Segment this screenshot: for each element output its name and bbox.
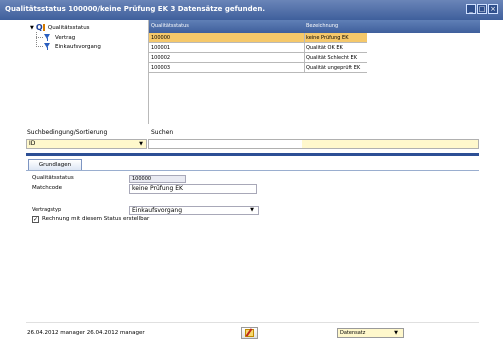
quality-status-window: Qualitätsstatus 100000/keine Prüfung EK … [0, 0, 503, 341]
minimize-button[interactable]: _ [466, 4, 476, 14]
search-criteria-value: ID [29, 140, 36, 147]
filter-icon [44, 34, 51, 41]
contract-type-value: Einkaufsvorgang [132, 207, 183, 214]
chevron-down-icon[interactable]: ▼ [250, 207, 254, 214]
cell-code: 100003 [151, 65, 171, 71]
tree-item-label: Qualitätsstatus [47, 24, 90, 31]
chevron-down-icon[interactable]: ▼ [394, 329, 398, 337]
edit-button[interactable] [241, 327, 258, 339]
cell-code: 100002 [151, 55, 171, 61]
column-header-description[interactable]: Bezeichnung [306, 23, 338, 29]
search-input-required-area[interactable] [302, 140, 478, 148]
tree-item-contract[interactable]: Vertrag [44, 33, 75, 42]
footer-divider [26, 322, 479, 323]
cell-code: 100001 [151, 45, 171, 51]
cell-description: Qualität ungeprüft EK [306, 65, 361, 71]
cell-description: Qualität Schlecht EK [306, 55, 357, 61]
close-button[interactable]: × [488, 4, 498, 14]
contract-type-select[interactable]: Einkaufsvorgang ▼ [129, 206, 259, 215]
table-row[interactable]: 100002 Qualität Schlecht EK [149, 53, 367, 63]
cell-code: 100000 [151, 35, 171, 41]
search-criteria-label: Suchbedingung/Sortierung [27, 129, 108, 136]
invoice-creatable-label: Rechnung mit diesem Status erstellbar [42, 216, 150, 222]
tree-connector [36, 37, 43, 38]
edit-icon [245, 329, 254, 337]
cell-description: keine Prüfung EK [306, 35, 349, 41]
invoice-creatable-checkbox[interactable]: ✓ [32, 216, 39, 223]
matchcode-field[interactable]: keine Prüfung EK [129, 184, 257, 194]
table-row[interactable]: 100001 Qualität OK EK [149, 43, 367, 53]
dataset-select[interactable]: Datensatz ▼ [337, 328, 404, 338]
tree-item-quality-status[interactable]: ▼ Q Qualitätsstatus [30, 23, 90, 32]
section-divider [26, 153, 479, 156]
collapse-arrow-icon[interactable]: ▼ [30, 25, 34, 31]
column-header-quality-status[interactable]: Qualitätsstatus [151, 23, 189, 29]
table-row[interactable]: 100000 keine Prüfung EK [149, 33, 367, 43]
title-bar[interactable]: Qualitätsstatus 100000/keine Prüfung EK … [0, 0, 503, 20]
cell-description: Qualität OK EK [306, 45, 343, 51]
tree-connector [36, 46, 43, 47]
chevron-down-icon[interactable]: ▼ [139, 140, 143, 148]
quality-status-field: 100000 [129, 175, 186, 183]
tree-connector [36, 32, 37, 47]
search-criteria-select[interactable]: ID ▼ [26, 139, 147, 149]
maximize-button[interactable]: □ [477, 4, 487, 14]
tree-item-label: Einkaufsvorgang [55, 43, 101, 50]
tab-grundlagen[interactable]: Grundlagen [28, 159, 82, 170]
grid-header: Qualitätsstatus Bezeichnung [149, 20, 480, 33]
contract-type-label: Vertragstyp [32, 207, 62, 213]
quality-status-label: Qualitätsstatus [32, 175, 74, 181]
navigation-tree: ▼ Q Qualitätsstatus Vertrag Einkaufsvorg… [26, 20, 148, 124]
dataset-select-value: Datensatz [340, 330, 366, 336]
table-row[interactable]: 100003 Qualität ungeprüft EK [149, 63, 367, 73]
filter-icon [44, 43, 51, 50]
quality-status-icon: Q [36, 23, 45, 32]
audit-info: 26.04.2012 manager 26.04.2012 manager [27, 330, 145, 336]
window-title: Qualitätsstatus 100000/keine Prüfung EK … [5, 5, 266, 13]
tree-item-label: Vertrag [55, 34, 76, 41]
matchcode-label: Matchcode [32, 185, 63, 191]
tab-underline [26, 170, 479, 171]
search-label: Suchen [151, 129, 174, 136]
results-grid: Qualitätsstatus Bezeichnung 100000 keine… [148, 20, 480, 124]
tree-item-purchase-process[interactable]: Einkaufsvorgang [44, 42, 101, 51]
